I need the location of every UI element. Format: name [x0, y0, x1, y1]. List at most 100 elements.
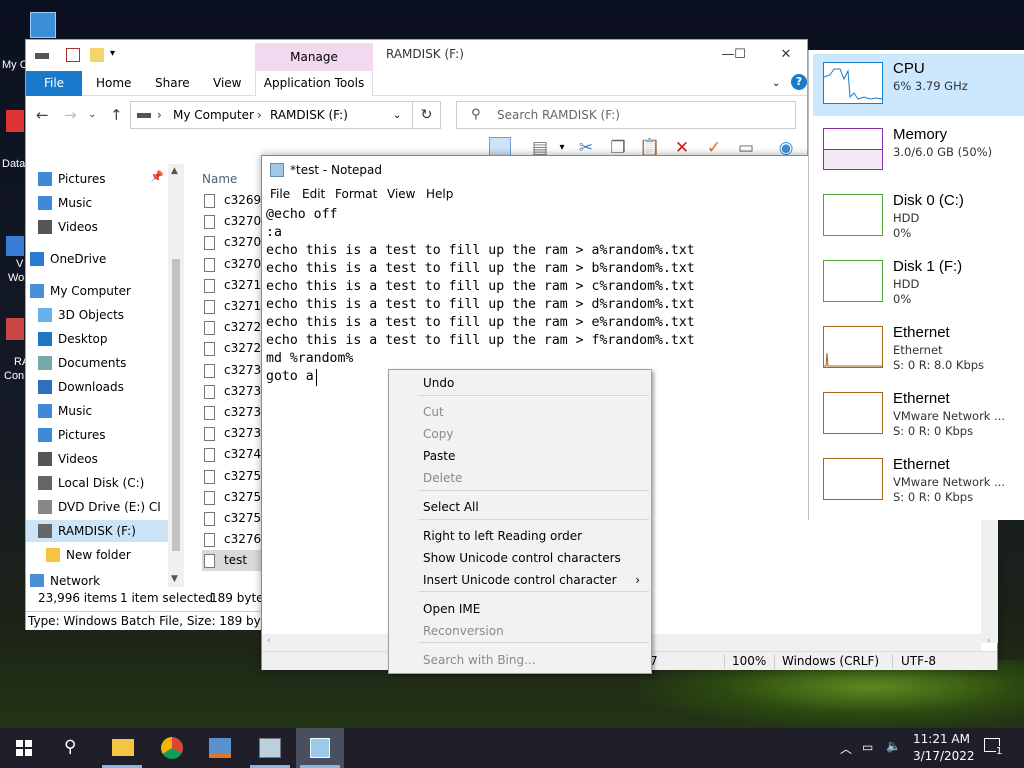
performance-item[interactable]: Ethernet Ethernet S: 0 R: 8.0 Kbps	[813, 318, 1024, 380]
taskbar-notepad[interactable]	[296, 728, 344, 768]
file-row[interactable]: c32720	[202, 317, 268, 338]
scroll-down-icon[interactable]: ▼	[171, 574, 178, 584]
nav-item[interactable]: DVD Drive (E:) CI	[26, 496, 168, 518]
close-button[interactable]: ✕	[772, 44, 800, 66]
performance-item[interactable]: CPU 6% 3.79 GHz	[813, 54, 1024, 116]
tab-file[interactable]: File	[26, 71, 82, 96]
scroll-left-icon[interactable]: ‹	[267, 636, 271, 646]
search-button[interactable]: ⚲	[48, 728, 96, 768]
ribbon-expand-icon[interactable]: ⌄	[772, 71, 780, 96]
file-row[interactable]: c32759	[202, 508, 268, 529]
clock-time[interactable]: 11:21 AM	[913, 732, 970, 746]
context-menu-item[interactable]: Undo	[390, 372, 650, 394]
performance-item[interactable]: Memory 3.0/6.0 GB (50%)	[813, 120, 1024, 182]
nav-item[interactable]: Pictures	[26, 168, 168, 190]
menu-file[interactable]: File	[270, 187, 290, 201]
context-menu-item[interactable]: Copy	[390, 423, 650, 445]
menu-edit[interactable]: Edit	[302, 187, 325, 201]
performance-item[interactable]: Disk 0 (C:) HDD 0%	[813, 186, 1024, 248]
context-menu-item[interactable]: Paste	[390, 445, 650, 467]
file-row[interactable]: c32751	[202, 466, 268, 487]
file-row[interactable]: c32702	[202, 232, 268, 253]
nav-item[interactable]: RAMDISK (F:)	[26, 520, 168, 542]
chevron-down-icon[interactable]: ⌄	[393, 110, 401, 121]
scroll-right-icon[interactable]: ›	[987, 636, 991, 646]
file-row[interactable]: c32705	[202, 254, 268, 275]
menu-help[interactable]: Help	[426, 187, 453, 201]
file-row[interactable]: c32736	[202, 381, 268, 402]
search-input[interactable]: ⚲ Search RAMDISK (F:)	[456, 101, 796, 129]
context-menu-item[interactable]: Cut	[390, 401, 650, 423]
breadcrumb-my-computer[interactable]: My Computer	[173, 108, 254, 122]
back-arrow-icon[interactable]: ←	[36, 106, 49, 124]
taskbar-task-manager[interactable]	[246, 728, 294, 768]
nav-item[interactable]: My Computer	[26, 280, 168, 302]
recent-locations-icon[interactable]: ⌄	[88, 109, 96, 120]
scroll-up-icon[interactable]: ▲	[171, 166, 178, 176]
taskbar-app[interactable]	[196, 728, 244, 768]
nav-item[interactable]: Documents	[26, 352, 168, 374]
nav-item[interactable]: Music	[26, 400, 168, 422]
nav-item[interactable]: Pictures	[26, 424, 168, 446]
breadcrumb-ramdisk[interactable]: RAMDISK (F:)	[270, 108, 348, 122]
performance-item[interactable]: Disk 1 (F:) HDD 0%	[813, 252, 1024, 314]
tab-home[interactable]: Home	[96, 71, 131, 96]
data-desktop-icon[interactable]	[6, 110, 24, 132]
nav-item[interactable]: Downloads	[26, 376, 168, 398]
tab-application-tools[interactable]: Application Tools	[255, 71, 373, 96]
file-row[interactable]: c32717	[202, 275, 268, 296]
forward-arrow-icon[interactable]: →	[64, 106, 77, 124]
scroll-thumb[interactable]	[172, 259, 180, 551]
nav-item[interactable]: Local Disk (C:)	[26, 472, 168, 494]
nav-item[interactable]: Network	[26, 570, 168, 587]
context-menu-item[interactable]: Search with Bing...	[390, 649, 650, 671]
context-menu-item[interactable]: Insert Unicode control character ›	[390, 569, 650, 591]
clock-date[interactable]: 3/17/2022	[913, 749, 975, 763]
performance-item[interactable]: Ethernet VMware Network ... S: 0 R: 0 Kbps	[813, 384, 1024, 446]
my-computer-desktop-icon[interactable]	[30, 12, 56, 38]
file-row[interactable]: c32752	[202, 487, 268, 508]
context-menu-item[interactable]: Show Unicode control characters	[390, 547, 650, 569]
navigation-scrollbar[interactable]: ▲ ▼	[168, 164, 184, 587]
file-row[interactable]: c32739	[202, 423, 268, 444]
column-header-name[interactable]: Name	[202, 172, 237, 186]
nav-item[interactable]: 3D Objects	[26, 304, 168, 326]
vmware-desktop-icon[interactable]	[6, 236, 24, 256]
address-bar[interactable]: › My Computer › RAMDISK (F:) ⌄	[130, 101, 413, 129]
start-button[interactable]	[0, 728, 48, 768]
menu-format[interactable]: Format	[335, 187, 377, 201]
show-hidden-icons-icon[interactable]: ︿	[840, 740, 852, 757]
nav-item[interactable]: Music	[26, 192, 168, 214]
file-row[interactable]: c32738	[202, 402, 268, 423]
nav-item[interactable]: New folder	[26, 544, 168, 566]
manage-tab[interactable]: Manage	[255, 43, 373, 72]
nav-item[interactable]: Desktop	[26, 328, 168, 350]
chevron-down-icon[interactable]: ▾	[110, 48, 124, 62]
context-menu-item[interactable]: Delete	[390, 467, 650, 489]
pin-icon[interactable]: 📌	[150, 170, 164, 183]
refresh-icon[interactable]: ↻	[413, 101, 441, 129]
taskbar-chrome[interactable]	[148, 728, 196, 768]
file-row[interactable]: c32760	[202, 529, 268, 550]
tab-view[interactable]: View	[213, 71, 241, 96]
file-row[interactable]: c32699	[202, 190, 268, 211]
maximize-button[interactable]: ☐	[726, 44, 754, 66]
menu-view[interactable]: View	[387, 187, 415, 201]
network-icon[interactable]: ▭	[862, 740, 873, 754]
file-row[interactable]: c32725	[202, 338, 268, 359]
up-arrow-icon[interactable]: ↑	[110, 106, 123, 124]
ram-desktop-icon[interactable]	[6, 318, 24, 340]
tab-share[interactable]: Share	[155, 71, 190, 96]
new-folder-icon[interactable]	[90, 48, 104, 62]
file-row[interactable]: test	[202, 550, 266, 572]
performance-item[interactable]: Ethernet VMware Network ... S: 0 R: 0 Kbps	[813, 450, 1024, 512]
file-row[interactable]: c32749	[202, 444, 268, 465]
file-row[interactable]: c32719	[202, 296, 268, 317]
nav-item[interactable]: Videos	[26, 448, 168, 470]
help-icon[interactable]: ?	[791, 74, 807, 90]
context-menu-item[interactable]: Open IME	[390, 598, 650, 620]
nav-item[interactable]: OneDrive	[26, 248, 168, 270]
nav-item[interactable]: Videos	[26, 216, 168, 238]
context-menu-item[interactable]: Select All	[390, 496, 650, 518]
context-menu-item[interactable]: Right to left Reading order	[390, 525, 650, 547]
